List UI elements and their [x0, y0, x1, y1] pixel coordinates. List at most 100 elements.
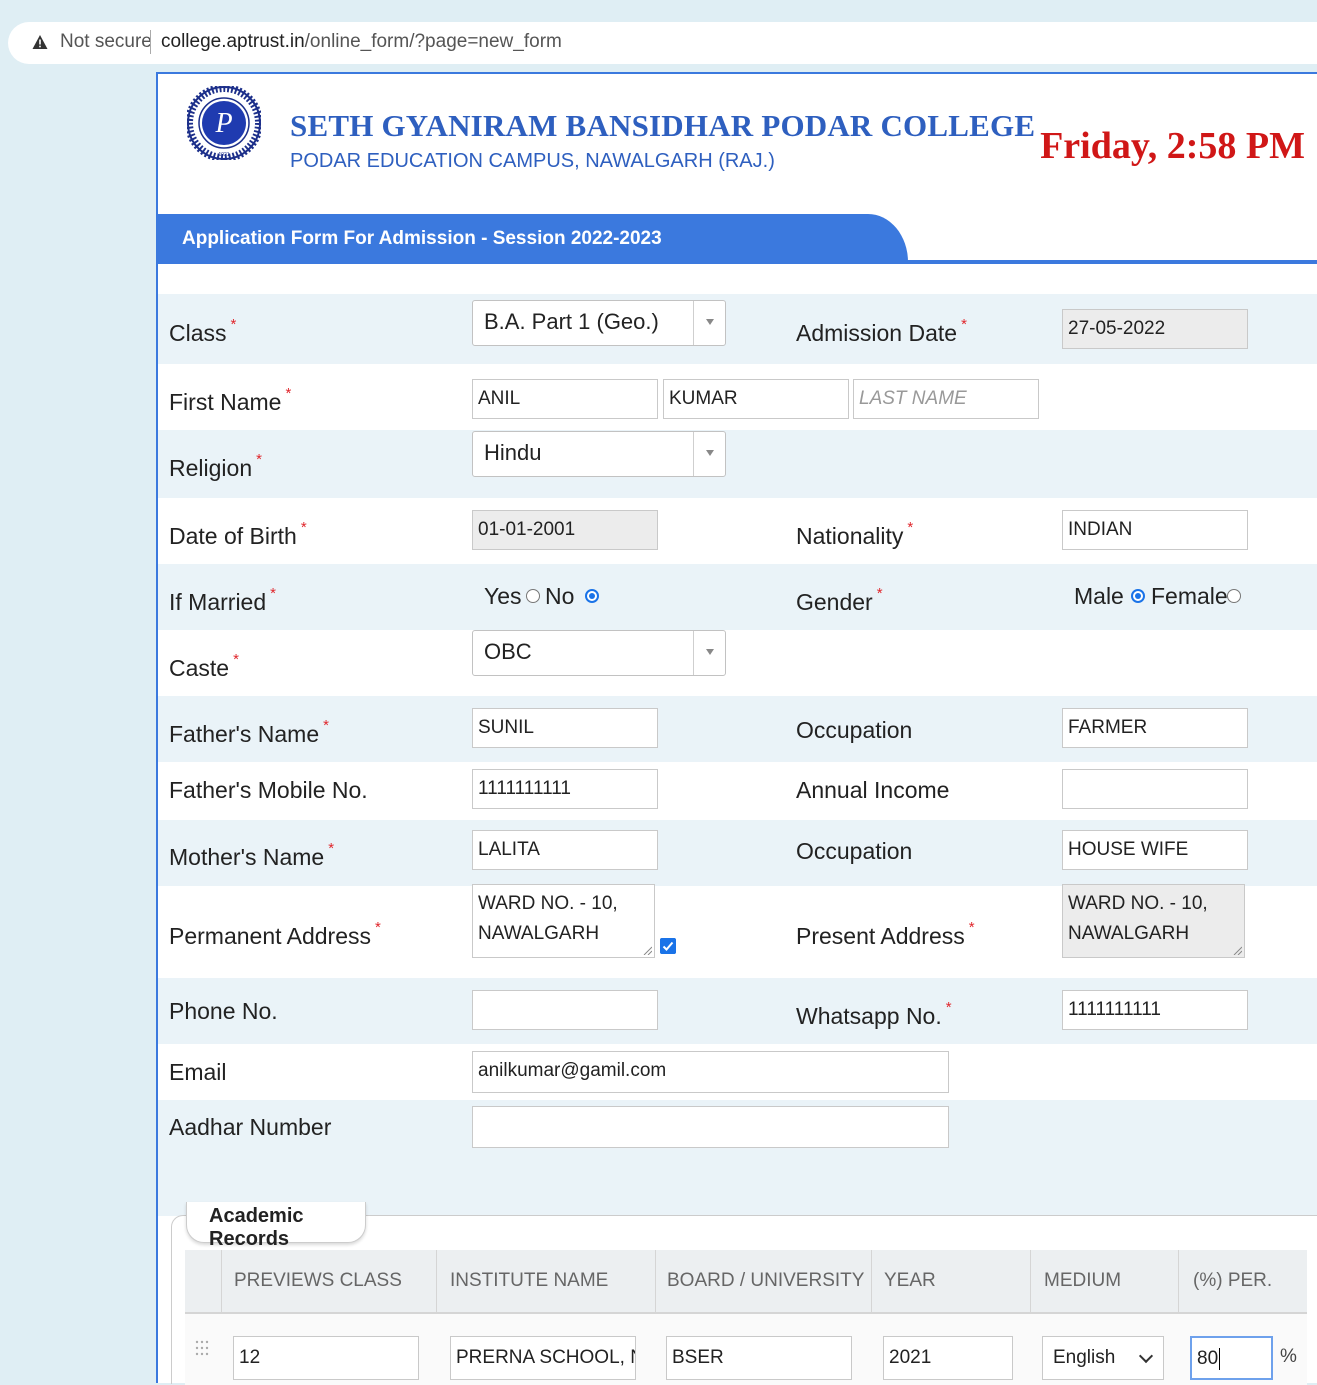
email-input[interactable]: anilkumar@gamil.com [472, 1051, 949, 1093]
institute-name-input[interactable]: PRERNA SCHOOL, NAWA [450, 1336, 636, 1380]
religion-label: Religion * [169, 451, 262, 481]
whatsapp-label: Whatsapp No. * [796, 999, 952, 1029]
admission-date-label: Admission Date * [796, 316, 967, 346]
class-label: Class * [169, 316, 237, 346]
class-select-value: B.A. Part 1 (Geo.) [484, 309, 659, 334]
permanent-address-line2: NAWALGARH [478, 923, 600, 944]
column-header-year: YEAR [884, 1270, 936, 1291]
campus-address: PODAR EDUCATION CAMPUS, NAWALGARH (RAJ.) [290, 150, 775, 172]
father-mobile-label: Father's Mobile No. [169, 777, 368, 803]
father-mobile-input[interactable]: 1111111111 [472, 769, 658, 809]
last-name-input[interactable]: LAST NAME [853, 379, 1039, 419]
column-header-previews-class: PREVIEWS CLASS [234, 1270, 402, 1291]
column-divider [871, 1250, 872, 1312]
present-address-line1: WARD NO. - 10, [1068, 893, 1208, 914]
mother-occupation-input[interactable]: HOUSE WIFE [1062, 830, 1248, 870]
gender-male-radio[interactable] [1131, 589, 1145, 603]
column-divider [436, 1250, 437, 1312]
browser-address-bar: Not secure college.aptrust.in/online_for… [0, 0, 1317, 72]
column-header-board-university: BOARD / UNIVERSITY [667, 1270, 865, 1291]
chevron-down-icon [706, 450, 714, 456]
previous-class-input[interactable]: 12 [233, 1336, 419, 1380]
chevron-down-icon [706, 319, 714, 325]
father-name-input[interactable]: SUNIL [472, 708, 658, 748]
married-no-label: No [545, 583, 575, 609]
permanent-address-textarea[interactable]: WARD NO. - 10, NAWALGARH [472, 884, 655, 958]
resize-grip-icon[interactable] [642, 945, 652, 955]
nationality-input[interactable]: INDIAN [1062, 510, 1248, 550]
married-no-radio[interactable] [585, 589, 599, 603]
annual-income-input[interactable] [1062, 769, 1248, 809]
gender-female-radio[interactable] [1227, 589, 1241, 603]
svg-text:1921: 1921 [218, 152, 229, 158]
email-label: Email [169, 1059, 227, 1085]
url-text[interactable]: college.aptrust.in/online_form/?page=new… [161, 31, 562, 53]
married-label: If Married * [169, 585, 276, 615]
whatsapp-input[interactable]: 1111111111 [1062, 990, 1248, 1030]
nationality-label: Nationality * [796, 519, 914, 549]
religion-select-value: Hindu [484, 440, 542, 465]
table-row: 12 PRERNA SCHOOL, NAWA BSER 2021 English… [185, 1312, 1307, 1385]
url-host: college.aptrust.in [161, 31, 305, 52]
percentage-value: 80 [1197, 1348, 1219, 1369]
present-address-textarea[interactable]: WARD NO. - 10, NAWALGARH [1062, 884, 1245, 958]
academic-records-title: Academic Records [209, 1205, 304, 1250]
text-caret [1219, 1347, 1221, 1370]
middle-name-input[interactable]: KUMAR [663, 379, 849, 419]
present-address-line2: NAWALGARH [1068, 923, 1190, 944]
aadhar-label: Aadhar Number [169, 1114, 332, 1140]
form-page: P 1921 SETH GYANIRAM BANSIDHAR PODAR COL… [156, 72, 1317, 1385]
married-yes-radio[interactable] [526, 589, 540, 603]
medium-select[interactable]: English [1042, 1336, 1164, 1380]
gender-male-label: Male [1074, 583, 1124, 609]
caste-select[interactable]: OBC [472, 630, 726, 676]
row-religion [158, 430, 1317, 498]
column-divider [655, 1250, 656, 1312]
annual-income-label: Annual Income [796, 777, 950, 803]
dob-input[interactable]: 01-01-2001 [472, 510, 658, 550]
married-yes-label: Yes [484, 583, 522, 609]
row-caste [158, 630, 1317, 696]
security-label[interactable]: Not secure [60, 31, 152, 53]
mother-name-input[interactable]: LALITA [472, 830, 658, 870]
academic-records-legend: Academic Records [186, 1202, 366, 1250]
tab-underline [158, 260, 1317, 264]
phone-input[interactable] [472, 990, 658, 1030]
father-occupation-label: Occupation [796, 717, 913, 743]
percent-suffix: % [1280, 1346, 1297, 1367]
aadhar-input[interactable] [472, 1106, 949, 1148]
select-divider [693, 432, 694, 476]
board-university-input[interactable]: BSER [666, 1336, 852, 1380]
religion-select[interactable]: Hindu [472, 431, 726, 477]
medium-select-value: English [1053, 1347, 1116, 1368]
percentage-input[interactable]: 80 [1190, 1336, 1273, 1380]
father-occupation-input[interactable]: FARMER [1062, 708, 1248, 748]
dob-label: Date of Birth * [169, 519, 307, 549]
drag-handle-icon[interactable] [195, 1340, 209, 1356]
chevron-down-icon [1138, 1348, 1154, 1364]
resize-grip-icon[interactable] [1232, 945, 1242, 955]
caste-select-value: OBC [484, 639, 532, 664]
mother-name-label: Mother's Name * [169, 840, 335, 870]
father-name-label: Father's Name * [169, 717, 329, 747]
svg-text:P: P [214, 108, 232, 139]
form-title: Application Form For Admission - Session… [182, 228, 662, 249]
admission-date-input[interactable]: 27-05-2022 [1062, 309, 1248, 349]
column-header-institute-name: INSTITUTE NAME [450, 1270, 609, 1291]
gender-female-label: Female [1151, 583, 1228, 609]
permanent-address-label: Permanent Address * [169, 919, 381, 949]
first-name-label: First Name * [169, 385, 292, 415]
select-divider [693, 631, 694, 675]
clock-display: Friday, 2:58 PM [1040, 125, 1305, 167]
phone-label: Phone No. [169, 998, 278, 1024]
column-divider [1178, 1250, 1179, 1312]
checkbox-checked-icon[interactable] [660, 938, 676, 954]
column-divider [221, 1250, 222, 1312]
class-select[interactable]: B.A. Part 1 (Geo.) [472, 300, 726, 346]
caste-label: Caste * [169, 651, 239, 681]
warning-triangle-icon[interactable] [32, 34, 48, 50]
column-header-percentage: (%) PER. [1193, 1270, 1273, 1291]
column-divider [1030, 1250, 1031, 1312]
first-name-input[interactable]: ANIL [472, 379, 658, 419]
year-input[interactable]: 2021 [883, 1336, 1013, 1380]
